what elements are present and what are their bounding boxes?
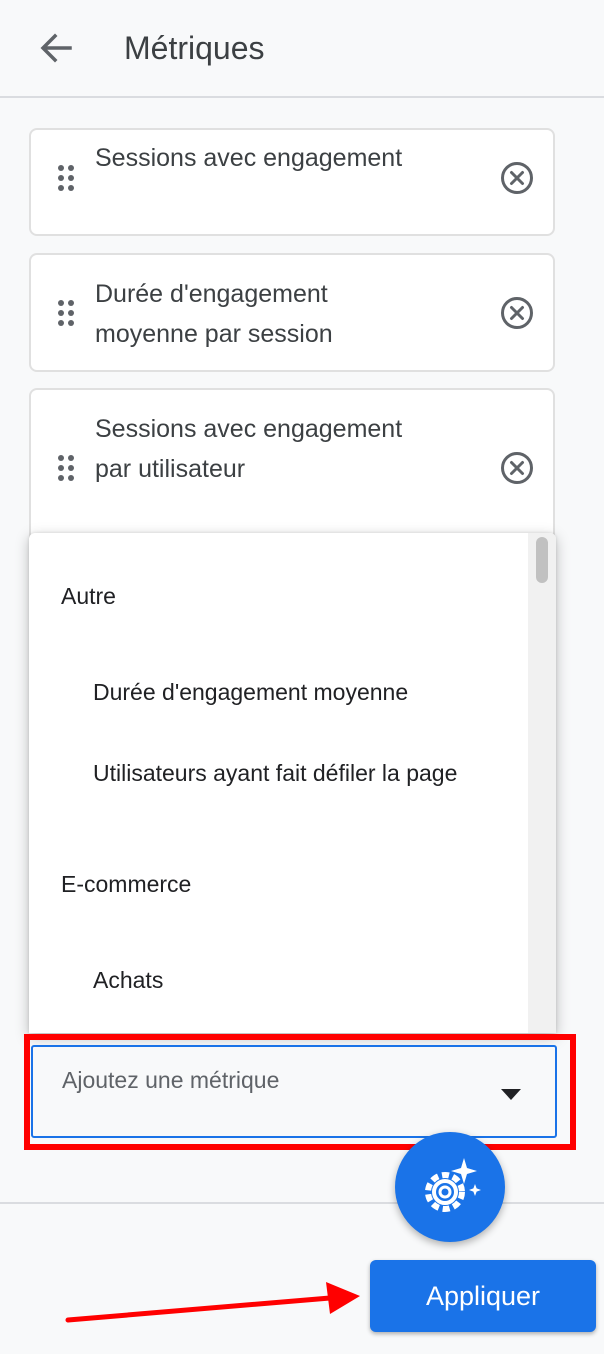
group-label-autre: Autre	[61, 583, 116, 609]
settings-sparkle-icon	[425, 1158, 481, 1212]
drag-handle-icon[interactable]	[55, 164, 77, 192]
scrollbar-thumb[interactable]	[536, 537, 548, 583]
group-label-ecommerce: E-commerce	[61, 871, 192, 897]
drag-handle-icon[interactable]	[55, 299, 77, 327]
page-title: Métriques	[124, 30, 265, 66]
metric-chip-label: Sessions avec engagement	[95, 144, 403, 172]
option-duree-engagement-moyenne[interactable]: Durée d'engagement moyenne	[93, 677, 493, 707]
option-utilisateurs-defiler-page[interactable]: Utilisateurs ayant fait défiler la page	[93, 758, 493, 788]
red-arrow-annotation	[65, 1282, 360, 1323]
remove-icon[interactable]	[499, 160, 535, 196]
dropdown-scrollbar[interactable]	[528, 533, 556, 1033]
app-header: Métriques	[0, 0, 604, 98]
metric-chip: Sessions avec engagement	[29, 128, 555, 236]
metric-chip-label: Durée d'engagement moyenne par session	[95, 280, 333, 348]
selected-metrics-list: Sessions avec engagement Durée d'engagem…	[0, 98, 604, 538]
metric-dropdown-menu: Autre Durée d'engagement moyenne Utilisa…	[29, 533, 556, 1033]
metric-chip: Durée d'engagement moyenne par session	[29, 253, 555, 372]
arrow-back-icon[interactable]	[36, 28, 76, 68]
metric-chip: Sessions avec engagement par utilisateur	[29, 388, 555, 538]
metric-chip-label: Sessions avec engagement par utilisateur	[95, 415, 403, 483]
highlight-box-annotation	[24, 1034, 576, 1150]
remove-icon[interactable]	[499, 450, 535, 486]
footer-divider	[0, 1202, 604, 1204]
option-achats[interactable]: Achats	[93, 965, 493, 995]
settings-fab[interactable]	[395, 1132, 505, 1242]
apply-button[interactable]: Appliquer	[370, 1260, 596, 1332]
remove-icon[interactable]	[499, 295, 535, 331]
drag-handle-icon[interactable]	[55, 454, 77, 482]
